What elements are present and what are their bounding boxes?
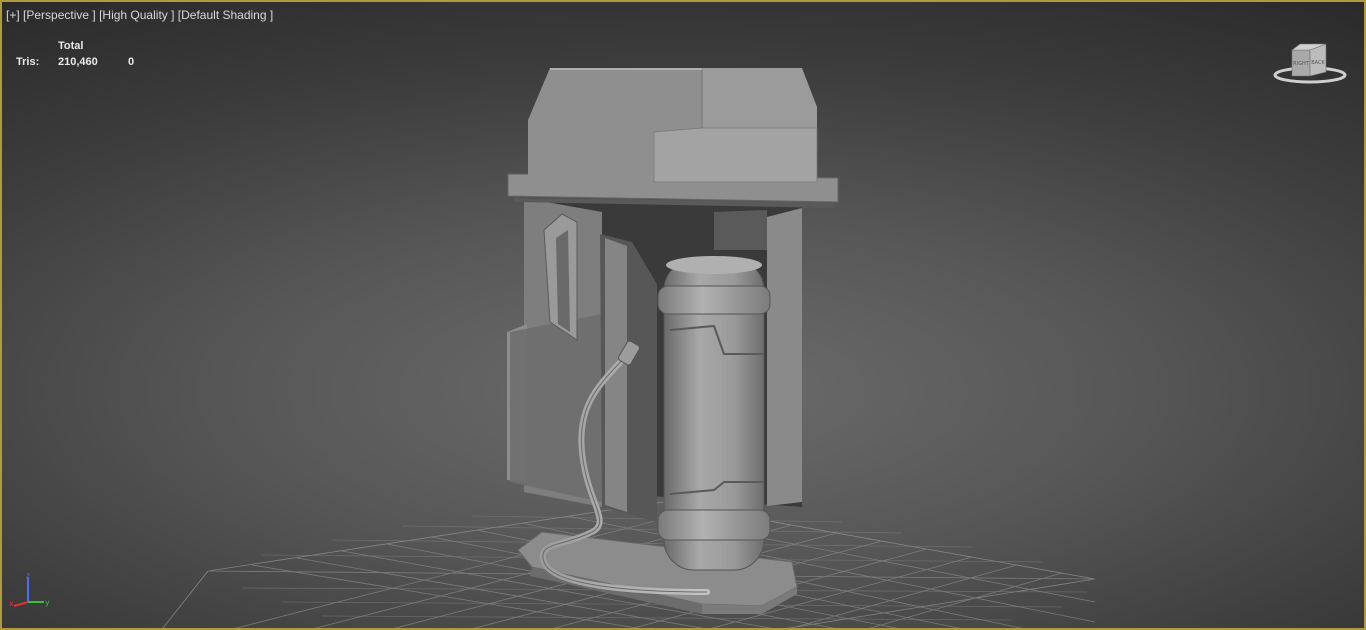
viewport-label-menu: [+] [Perspective ] [High Quality ] [Defa… [6, 8, 273, 22]
viewcube-label-back: BACK [1311, 60, 1325, 66]
point-of-view-menu[interactable]: [Perspective ] [23, 8, 96, 22]
scene-canvas[interactable] [2, 2, 1366, 630]
per-view-preference-menu[interactable]: [Default Shading ] [178, 8, 273, 22]
viewcube[interactable]: RIGHT BACK [1272, 40, 1348, 86]
y-axis-label: y [45, 598, 50, 607]
stats-tris-selected: 0 [128, 56, 135, 68]
viewcube-label-right: RIGHT [1293, 61, 1310, 67]
x-axis-label: x [9, 599, 14, 608]
stats-total-header: Total [58, 40, 84, 52]
world-axis-tripod: z x y [9, 571, 50, 608]
perspective-viewport[interactable]: [+] [Perspective ] [High Quality ] [Defa… [0, 0, 1366, 630]
stats-tris-total: 210,460 [58, 56, 98, 68]
shading-quality-menu[interactable]: [High Quality ] [99, 8, 174, 22]
x-axis-icon [13, 601, 29, 607]
z-axis-label: z [26, 571, 30, 580]
tank-generator-model[interactable] [507, 68, 839, 614]
general-viewport-menu[interactable]: [+] [6, 8, 20, 22]
stats-tris-label: Tris: [16, 56, 40, 68]
